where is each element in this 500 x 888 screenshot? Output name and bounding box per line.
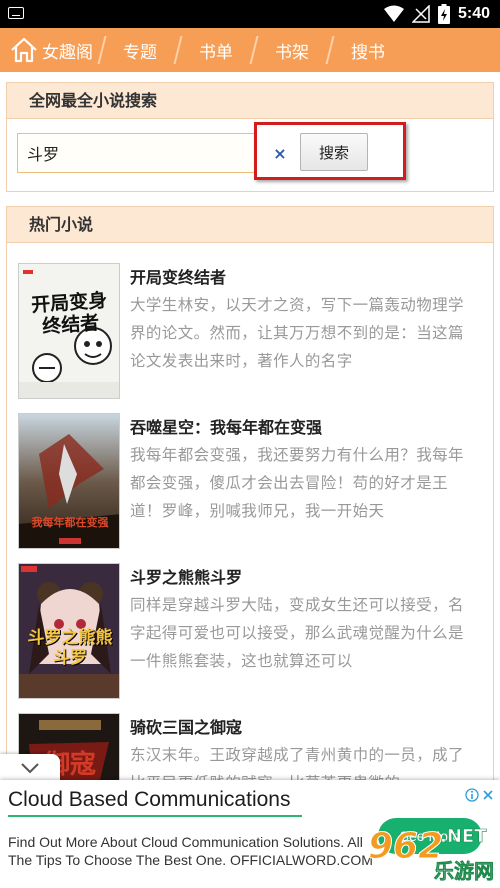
book-title[interactable]: 吞噬星空：我每年都在变强 [130,414,322,438]
nav-search-books[interactable]: 搜书 [341,28,397,72]
ad-choices-icon [465,788,479,802]
nav-divider [93,28,113,72]
ad-title[interactable]: Cloud Based Communications [8,788,290,812]
site-watermark: 962 .NET 乐游网 [360,808,500,888]
highlight-box [254,122,406,180]
search-row: × 搜索 [17,133,487,173]
book-title[interactable]: 开局变终结者 [130,264,226,288]
search-heading: 全网最全小说搜索 [7,83,493,119]
book-description: 同样是穿越斗罗大陆，变成女生还可以接受，名字起得可爱也可以接受，那么武魂觉醒为什… [130,596,464,670]
book-cover: 我每年都在变强 [18,413,120,549]
book-cover: 斗罗之熊熊斗罗 [18,563,120,699]
nav-booklist[interactable]: 书单 [189,28,245,72]
clock: 5:40 [457,5,490,22]
home-link[interactable]: 女趣阁 [0,28,93,72]
book-item[interactable]: 斗罗之熊熊斗罗 斗罗之熊熊斗罗 同样是穿越斗罗大陆，变成女生还可以接受，名字起得… [17,563,487,703]
cover-title: 斗罗之熊熊斗罗 [27,628,113,668]
nav-bookshelf[interactable]: 书架 [265,28,321,72]
book-description: 我每年都会变强，我还要努力有什么用？我每年都会变强，傻瓜才会出去冒险！苟的好才是… [130,446,464,520]
status-icons: 5:40 [383,4,490,24]
nav-divider [169,28,189,72]
search-panel: 全网最全小说搜索 × 搜索 [6,82,494,192]
hot-heading: 热门小说 [7,207,493,243]
ad-text-line: Find Out More About Cloud Communication … [8,834,363,850]
nav-topics[interactable]: 专题 [113,28,169,72]
ad-collapse-button[interactable] [0,754,60,782]
cover-title: 我每年都在变强 [31,516,109,529]
ad-badge[interactable] [465,788,494,802]
book-title[interactable]: 骑砍三国之御寇 [130,714,242,738]
battery-icon [437,4,450,24]
ad-text-line: The Tips To Choose The Best One. OFFICIA… [8,852,373,868]
svg-text:乐游网: 乐游网 [434,859,494,883]
book-title[interactable]: 斗罗之熊熊斗罗 [130,564,242,588]
search-input[interactable] [17,133,255,173]
book-item[interactable]: 开局变身终结者 开局变终结者 大学生林安，以天才之资，写下一篇轰动物理学界的论文… [17,263,487,403]
nav-divider [245,28,265,72]
keyboard-icon [8,7,24,19]
cover-title: 开局变身终结者 [30,289,108,338]
watermark-logo: 962 .NET 乐游网 [368,826,495,884]
top-nav: 女趣阁 专题 书单 书架 搜书 [0,28,500,72]
book-cover: 开局变身终结者 [18,263,120,399]
hot-novels-panel: 热门小说 开局变身终结者 开局变终结者 大学生林安，以天才之资，写下一篇轰动物理… [6,206,494,806]
svg-text:962: 962 [368,826,443,867]
signal-icon [411,5,430,23]
book-description: 大学生林安，以天才之资，写下一篇轰动物理学界的论文。然而，让其万万想不到的是：当… [130,296,464,370]
wifi-icon [383,5,404,22]
nav-divider [321,28,341,72]
ad-title-underline [8,815,302,817]
status-bar: 5:40 [0,0,500,28]
svg-text:.NET: .NET [440,826,487,847]
home-icon [11,37,37,63]
book-item[interactable]: 我每年都在变强 吞噬星空：我每年都在变强 我每年都会变强，我还要努力有什么用？我… [17,413,487,553]
close-icon[interactable] [482,789,494,801]
brand-name: 女趣阁 [42,42,93,63]
chevron-down-icon [21,763,39,774]
